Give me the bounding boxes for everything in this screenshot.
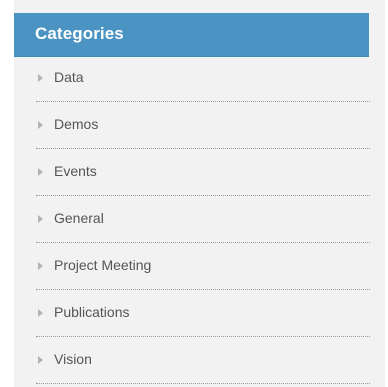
- caret-right-icon: [38, 168, 43, 176]
- item-divider: [36, 242, 370, 243]
- category-link[interactable]: Data: [54, 69, 84, 85]
- caret-right-icon: [38, 215, 43, 223]
- header-notch: [369, 13, 385, 57]
- caret-right-icon: [38, 121, 43, 129]
- category-item-general[interactable]: General: [14, 198, 385, 245]
- categories-widget: Categories Data Demos Events General Pro…: [14, 0, 385, 387]
- category-item-events[interactable]: Events: [14, 151, 385, 198]
- category-list: Data Demos Events General Project Meetin…: [14, 57, 385, 386]
- item-divider: [36, 195, 370, 196]
- item-divider: [36, 148, 370, 149]
- item-divider: [36, 101, 370, 102]
- category-link[interactable]: General: [54, 210, 104, 226]
- category-item-project-meeting[interactable]: Project Meeting: [14, 245, 385, 292]
- category-link[interactable]: Publications: [54, 304, 130, 320]
- item-divider: [36, 336, 370, 337]
- caret-right-icon: [38, 309, 43, 317]
- item-divider: [36, 289, 370, 290]
- caret-right-icon: [38, 74, 43, 82]
- caret-right-icon: [38, 356, 43, 364]
- item-divider: [36, 383, 370, 384]
- category-link[interactable]: Vision: [54, 351, 92, 367]
- category-link[interactable]: Demos: [54, 116, 98, 132]
- category-link[interactable]: Project Meeting: [54, 257, 151, 273]
- category-item-vision[interactable]: Vision: [14, 339, 385, 386]
- category-item-publications[interactable]: Publications: [14, 292, 385, 339]
- categories-title: Categories: [35, 24, 124, 43]
- caret-right-icon: [38, 262, 43, 270]
- categories-header: Categories: [14, 13, 385, 57]
- category-item-data[interactable]: Data: [14, 57, 385, 104]
- category-item-demos[interactable]: Demos: [14, 104, 385, 151]
- category-link[interactable]: Events: [54, 163, 97, 179]
